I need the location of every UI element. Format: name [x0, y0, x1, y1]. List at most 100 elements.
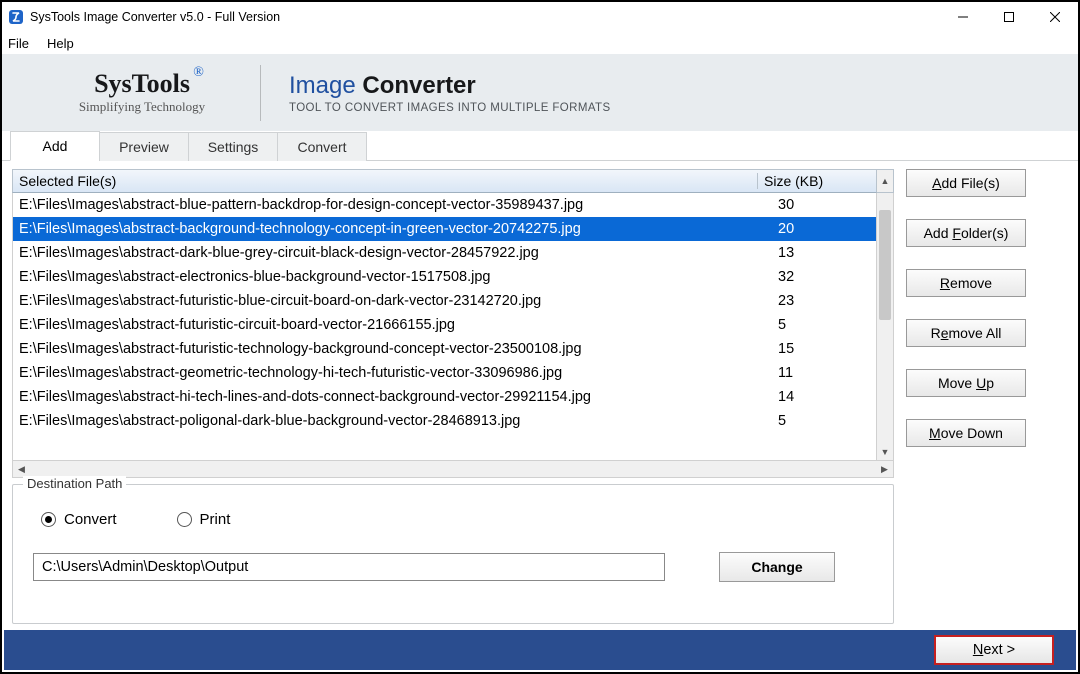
maximize-button[interactable]: [986, 2, 1032, 32]
next-button-label: Next >: [973, 642, 1015, 658]
brand-block: SysTools ® Simplifying Technology: [42, 70, 242, 115]
table-row[interactable]: E:\Files\Images\abstract-background-tech…: [13, 217, 876, 241]
product-name: Image Converter: [289, 72, 611, 100]
menu-help[interactable]: Help: [47, 36, 74, 51]
scroll-left-button[interactable]: ◀: [13, 461, 30, 477]
remove-all-button[interactable]: Remove All: [906, 319, 1026, 347]
content: Selected File(s) Size (KB) ▲ E:\Files\Im…: [2, 161, 1078, 630]
scroll-right-button[interactable]: ▶: [876, 461, 893, 477]
add-files-label: Add File(s): [932, 175, 1000, 191]
table-row[interactable]: E:\Files\Images\abstract-blue-pattern-ba…: [13, 193, 876, 217]
change-button-label: Change: [751, 559, 802, 575]
destination-legend: Destination Path: [23, 476, 126, 491]
tab-preview[interactable]: Preview: [99, 132, 189, 161]
next-button[interactable]: Next >: [934, 635, 1054, 665]
tab-preview-label: Preview: [119, 139, 169, 155]
tab-convert-label: Convert: [297, 139, 346, 155]
brand-name: SysTools ®: [94, 70, 190, 97]
vertical-scrollbar[interactable]: ▼: [876, 193, 893, 460]
brand-separator: [260, 65, 261, 121]
file-table: Selected File(s) Size (KB) ▲ E:\Files\Im…: [12, 169, 894, 478]
brand-tagline: Simplifying Technology: [42, 99, 242, 115]
sidebar: Add File(s) Add Folder(s) Remove Remove …: [898, 161, 1078, 630]
move-up-button[interactable]: Move Up: [906, 369, 1026, 397]
row-file-path: E:\Files\Images\abstract-geometric-techn…: [13, 365, 772, 381]
tab-settings[interactable]: Settings: [188, 132, 278, 161]
row-size: 14: [772, 389, 876, 405]
radio-print[interactable]: Print: [177, 511, 231, 528]
row-file-path: E:\Files\Images\abstract-futuristic-blue…: [13, 293, 772, 309]
add-folders-label: Add Folder(s): [924, 225, 1009, 241]
table-header: Selected File(s) Size (KB): [12, 169, 877, 193]
chevron-right-icon: ▶: [881, 464, 888, 475]
brand-name-text: SysTools: [94, 69, 190, 98]
scroll-thumb[interactable]: [879, 210, 891, 320]
row-file-path: E:\Files\Images\abstract-hi-tech-lines-a…: [13, 389, 772, 405]
radio-print-label: Print: [200, 511, 231, 528]
chevron-left-icon: ◀: [18, 464, 25, 475]
destination-path-input[interactable]: C:\Users\Admin\Desktop\Output: [33, 553, 665, 581]
product-block: Image Converter TOOL TO CONVERT IMAGES I…: [289, 72, 611, 114]
row-file-path: E:\Files\Images\abstract-futuristic-circ…: [13, 317, 772, 333]
chevron-up-icon: ▲: [881, 176, 890, 186]
radio-print-dot-icon: [177, 512, 192, 527]
row-file-path: E:\Files\Images\abstract-electronics-blu…: [13, 269, 772, 285]
table-row[interactable]: E:\Files\Images\abstract-dark-blue-grey-…: [13, 241, 876, 265]
change-button[interactable]: Change: [719, 552, 835, 582]
header-band: SysTools ® Simplifying Technology Image …: [2, 54, 1078, 131]
table-row[interactable]: E:\Files\Images\abstract-hi-tech-lines-a…: [13, 385, 876, 409]
scroll-down-button[interactable]: ▼: [877, 443, 893, 460]
tab-convert[interactable]: Convert: [277, 132, 367, 161]
row-file-path: E:\Files\Images\abstract-background-tech…: [13, 221, 772, 237]
footer-bar: Next >: [4, 630, 1076, 670]
destination-fieldset: Destination Path Convert Print C:\Users\…: [12, 484, 894, 624]
chevron-down-icon: ▼: [881, 447, 890, 457]
horizontal-scrollbar[interactable]: ◀ ▶: [12, 461, 894, 478]
remove-all-label: Remove All: [931, 325, 1002, 341]
add-folders-button[interactable]: Add Folder(s): [906, 219, 1026, 247]
row-size: 15: [772, 341, 876, 357]
table-row[interactable]: E:\Files\Images\abstract-geometric-techn…: [13, 361, 876, 385]
move-up-label: Move Up: [938, 375, 994, 391]
row-file-path: E:\Files\Images\abstract-poligonal-dark-…: [13, 413, 772, 429]
row-file-path: E:\Files\Images\abstract-blue-pattern-ba…: [13, 197, 772, 213]
menu-file[interactable]: File: [8, 36, 29, 51]
radio-convert[interactable]: Convert: [41, 511, 117, 528]
row-size: 5: [772, 317, 876, 333]
table-row[interactable]: E:\Files\Images\abstract-poligonal-dark-…: [13, 409, 876, 433]
table-row[interactable]: E:\Files\Images\abstract-futuristic-blue…: [13, 289, 876, 313]
table-row[interactable]: E:\Files\Images\abstract-electronics-blu…: [13, 265, 876, 289]
move-down-button[interactable]: Move Down: [906, 419, 1026, 447]
col-header-size[interactable]: Size (KB): [758, 173, 876, 189]
row-size: 11: [772, 365, 876, 381]
tab-strip: Add Preview Settings Convert: [2, 131, 1078, 161]
menubar: File Help: [2, 32, 1078, 54]
close-button[interactable]: [1032, 2, 1078, 32]
row-size: 32: [772, 269, 876, 285]
product-subtitle: TOOL TO CONVERT IMAGES INTO MULTIPLE FOR…: [289, 102, 611, 114]
app-icon: [8, 9, 24, 25]
row-size: 13: [772, 245, 876, 261]
scroll-up-button[interactable]: ▲: [877, 169, 894, 193]
radio-convert-dot-icon: [41, 512, 56, 527]
hscroll-track[interactable]: [30, 461, 876, 477]
row-file-path: E:\Files\Images\abstract-futuristic-tech…: [13, 341, 772, 357]
move-down-label: Move Down: [929, 425, 1003, 441]
tab-add[interactable]: Add: [10, 131, 100, 161]
window-title: SysTools Image Converter v5.0 - Full Ver…: [30, 10, 280, 24]
col-header-file[interactable]: Selected File(s): [13, 173, 758, 189]
add-files-button[interactable]: Add File(s): [906, 169, 1026, 197]
row-size: 30: [772, 197, 876, 213]
table-row[interactable]: E:\Files\Images\abstract-futuristic-circ…: [13, 313, 876, 337]
table-rows[interactable]: E:\Files\Images\abstract-blue-pattern-ba…: [13, 193, 876, 460]
table-row[interactable]: E:\Files\Images\abstract-futuristic-tech…: [13, 337, 876, 361]
product-name-word1: Image: [289, 72, 356, 99]
output-mode-radios: Convert Print: [41, 511, 879, 528]
remove-button[interactable]: Remove: [906, 269, 1026, 297]
radio-convert-label: Convert: [64, 511, 117, 528]
remove-label: Remove: [940, 275, 992, 291]
product-name-word2: Converter: [362, 72, 475, 99]
titlebar: SysTools Image Converter v5.0 - Full Ver…: [2, 2, 1078, 32]
minimize-button[interactable]: [940, 2, 986, 32]
registered-mark-icon: ®: [193, 66, 204, 81]
